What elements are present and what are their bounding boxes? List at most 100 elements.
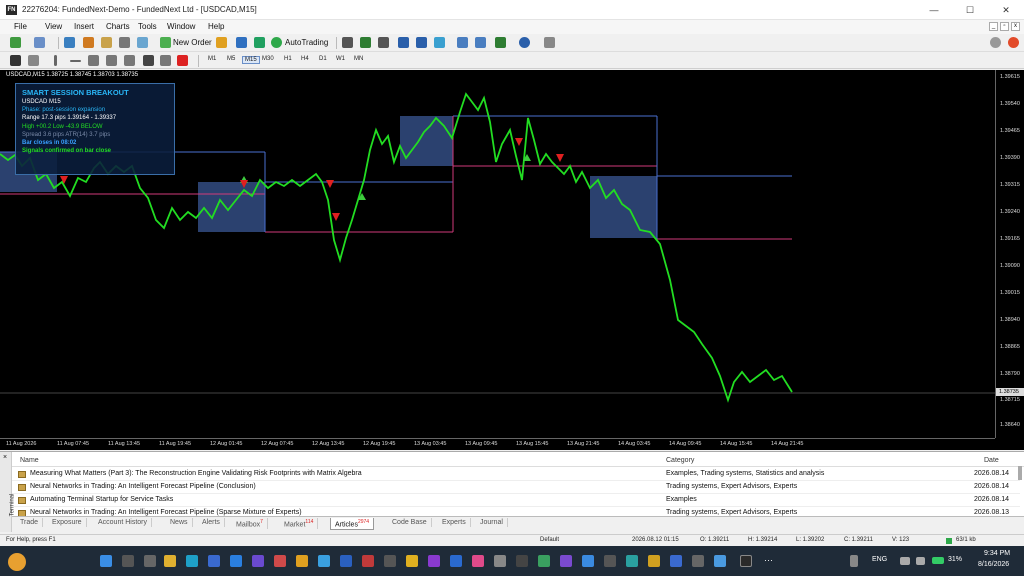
menu-help[interactable]: Help <box>208 22 224 31</box>
app-icon[interactable] <box>582 555 594 567</box>
periods-icon[interactable] <box>519 37 530 48</box>
tab-code-base[interactable]: Code Base <box>388 518 432 527</box>
articles-scrollbar[interactable] <box>1018 466 1022 480</box>
menu-view[interactable]: View <box>45 22 62 31</box>
search-icon[interactable] <box>122 555 134 567</box>
timeframe-mn[interactable]: MN <box>352 56 365 62</box>
menu-charts[interactable]: Charts <box>106 22 130 31</box>
column-name[interactable]: Name <box>20 457 39 464</box>
app-icon[interactable] <box>274 555 286 567</box>
app-icon[interactable] <box>494 555 506 567</box>
edge-icon[interactable] <box>186 555 198 567</box>
menu-insert[interactable]: Insert <box>74 22 94 31</box>
mdi-close-button[interactable]: x <box>1011 22 1020 31</box>
new-chart-icon[interactable] <box>10 37 21 48</box>
app-icon[interactable] <box>450 555 462 567</box>
column-category[interactable]: Category <box>666 457 694 464</box>
indicators-icon[interactable] <box>495 37 506 48</box>
tab-articles[interactable]: Articles2974 <box>330 518 375 531</box>
timeframe-m30[interactable]: M30 <box>260 56 276 62</box>
auto-scroll-icon[interactable] <box>457 37 468 48</box>
app-icon[interactable] <box>714 555 726 567</box>
signals-icon[interactable] <box>236 37 247 48</box>
mdi-restore-button[interactable]: ▫ <box>1000 22 1009 31</box>
store-icon[interactable] <box>208 555 220 567</box>
app-icon[interactable] <box>318 555 330 567</box>
volume-icon[interactable] <box>916 557 925 565</box>
notifications-icon[interactable] <box>1008 37 1019 48</box>
app-icon[interactable] <box>560 555 572 567</box>
profiles-icon[interactable] <box>34 37 45 48</box>
app-icon[interactable] <box>252 555 264 567</box>
maximize-button[interactable]: ☐ <box>952 0 988 20</box>
tab-alerts[interactable]: Alerts <box>198 518 225 527</box>
cursor-icon[interactable] <box>10 55 21 66</box>
timeframe-m5[interactable]: M5 <box>225 56 237 62</box>
app-icon[interactable] <box>538 555 550 567</box>
zoom-in-icon[interactable] <box>398 37 409 48</box>
close-button[interactable]: ✕ <box>988 0 1024 20</box>
search-icon[interactable] <box>990 37 1001 48</box>
start-icon[interactable] <box>100 555 112 567</box>
timeframe-d1[interactable]: D1 <box>317 56 329 62</box>
vps-icon[interactable] <box>254 37 265 48</box>
tab-experts[interactable]: Experts <box>438 518 471 527</box>
price-axis[interactable]: 1.39615 1.39540 1.39465 1.39390 1.39315 … <box>995 70 1024 438</box>
terminal-close-icon[interactable]: × <box>3 454 7 461</box>
timeframe-h1[interactable]: H1 <box>282 56 294 62</box>
tile-windows-icon[interactable] <box>434 37 445 48</box>
article-row[interactable]: Measuring What Matters (Part 3): The Rec… <box>12 468 1020 481</box>
app-icon[interactable] <box>428 555 440 567</box>
market-watch-icon[interactable] <box>64 37 75 48</box>
time-axis[interactable]: 11 Aug 2026 11 Aug 07:45 11 Aug 13:45 11… <box>0 438 995 450</box>
new-order-button[interactable]: New Order <box>173 38 212 47</box>
app-icon[interactable] <box>362 555 374 567</box>
trendline-icon[interactable] <box>88 55 99 66</box>
language-indicator[interactable]: ENG <box>872 556 887 563</box>
autotrading-icon[interactable] <box>271 37 282 48</box>
autotrading-button[interactable]: AutoTrading <box>285 38 328 47</box>
app-icon[interactable] <box>384 555 396 567</box>
channel-icon[interactable] <box>106 55 117 66</box>
tab-market[interactable]: Market114 <box>280 518 319 530</box>
tab-mailbox[interactable]: Mailbox7 <box>232 518 268 530</box>
templates-icon[interactable] <box>544 37 555 48</box>
clock-date[interactable]: 8/16/2026 <box>978 561 1009 568</box>
menu-file[interactable]: File <box>14 22 27 31</box>
candlestick-icon[interactable] <box>360 37 371 48</box>
tab-exposure[interactable]: Exposure <box>48 518 87 527</box>
arrows-icon[interactable] <box>177 55 188 66</box>
new-order-icon[interactable] <box>160 37 171 48</box>
app-icon[interactable] <box>340 555 352 567</box>
metatrader-taskbar-icon[interactable] <box>740 555 752 567</box>
app-icon[interactable] <box>670 555 682 567</box>
data-window-icon[interactable] <box>83 37 94 48</box>
article-row[interactable]: Neural Networks in Trading: An Intellige… <box>12 481 1020 494</box>
crosshair-icon[interactable] <box>28 55 39 66</box>
tab-news[interactable]: News <box>166 518 193 527</box>
clock-time[interactable]: 9:34 PM <box>984 550 1010 557</box>
chart-shift-icon[interactable] <box>475 37 486 48</box>
horizontal-line-icon[interactable] <box>70 60 81 62</box>
navigator-icon[interactable] <box>101 37 112 48</box>
app-icon[interactable] <box>472 555 484 567</box>
app-icon[interactable] <box>230 555 242 567</box>
metaeditor-icon[interactable] <box>216 37 227 48</box>
wifi-icon[interactable] <box>900 557 910 565</box>
chrome-icon[interactable] <box>296 555 308 567</box>
tab-account-history[interactable]: Account History <box>94 518 153 527</box>
app-icon[interactable] <box>648 555 660 567</box>
fibonacci-icon[interactable] <box>124 55 135 66</box>
app-icon[interactable] <box>626 555 638 567</box>
zoom-out-icon[interactable] <box>416 37 427 48</box>
tab-journal[interactable]: Journal <box>476 518 508 527</box>
widgets-icon[interactable] <box>8 553 26 571</box>
timeframe-m1[interactable]: M1 <box>206 56 218 62</box>
terminal-icon[interactable] <box>119 37 130 48</box>
file-explorer-icon[interactable] <box>164 555 176 567</box>
menu-window[interactable]: Window <box>167 22 195 31</box>
strategy-tester-icon[interactable] <box>137 37 148 48</box>
timeframe-w1[interactable]: W1 <box>334 56 347 62</box>
label-icon[interactable] <box>160 55 171 66</box>
line-chart-icon[interactable] <box>378 37 389 48</box>
